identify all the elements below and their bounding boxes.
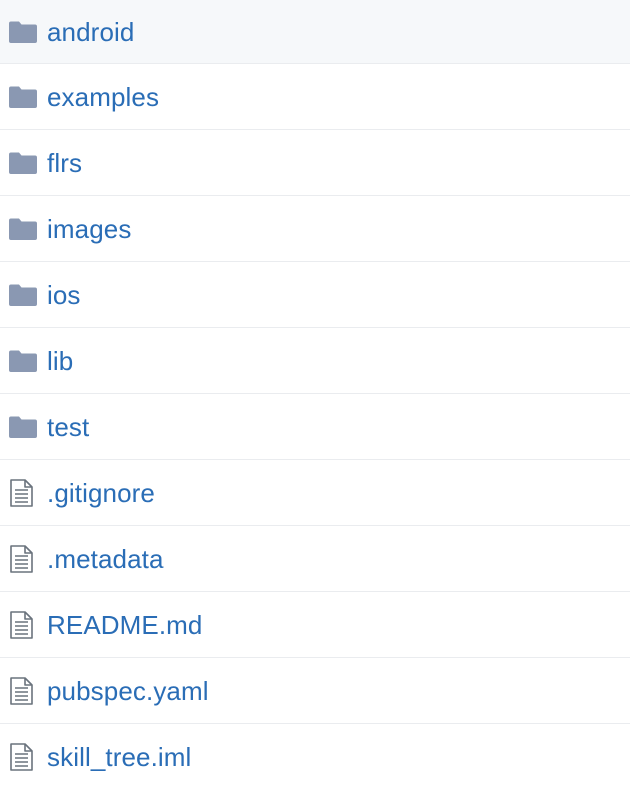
file-name-link[interactable]: ios (47, 282, 81, 308)
file-name-link[interactable]: .gitignore (47, 480, 155, 506)
file-row-ios[interactable]: ios (0, 262, 630, 328)
file-icon (9, 478, 39, 508)
file-name-link[interactable]: images (47, 216, 131, 242)
file-row-gitignore[interactable]: .gitignore (0, 460, 630, 526)
folder-icon (9, 148, 39, 178)
file-name-link[interactable]: lib (47, 348, 73, 374)
file-name-link[interactable]: flrs (47, 150, 82, 176)
folder-icon (9, 214, 39, 244)
folder-icon (9, 17, 39, 47)
file-row-test[interactable]: test (0, 394, 630, 460)
file-row-images[interactable]: images (0, 196, 630, 262)
file-icon (9, 742, 39, 772)
file-icon (9, 544, 39, 574)
file-name-link[interactable]: .metadata (47, 546, 164, 572)
file-name-link[interactable]: README.md (47, 612, 202, 638)
file-name-link[interactable]: examples (47, 84, 159, 110)
file-name-link[interactable]: test (47, 414, 89, 440)
file-name-link[interactable]: pubspec.yaml (47, 678, 209, 704)
file-row-skill-tree-iml[interactable]: skill_tree.iml (0, 724, 630, 790)
file-row-examples[interactable]: examples (0, 64, 630, 130)
file-row-flrs[interactable]: flrs (0, 130, 630, 196)
file-name-link[interactable]: skill_tree.iml (47, 744, 191, 770)
folder-icon (9, 346, 39, 376)
file-list: android examples flrs images ios lib tes… (0, 0, 630, 792)
file-name-link[interactable]: android (47, 19, 134, 45)
folder-icon (9, 280, 39, 310)
file-row-metadata[interactable]: .metadata (0, 526, 630, 592)
file-row-lib[interactable]: lib (0, 328, 630, 394)
file-icon (9, 676, 39, 706)
file-icon (9, 610, 39, 640)
file-row-android[interactable]: android (0, 0, 630, 64)
folder-icon (9, 412, 39, 442)
file-row-readme[interactable]: README.md (0, 592, 630, 658)
file-row-pubspec[interactable]: pubspec.yaml (0, 658, 630, 724)
folder-icon (9, 82, 39, 112)
